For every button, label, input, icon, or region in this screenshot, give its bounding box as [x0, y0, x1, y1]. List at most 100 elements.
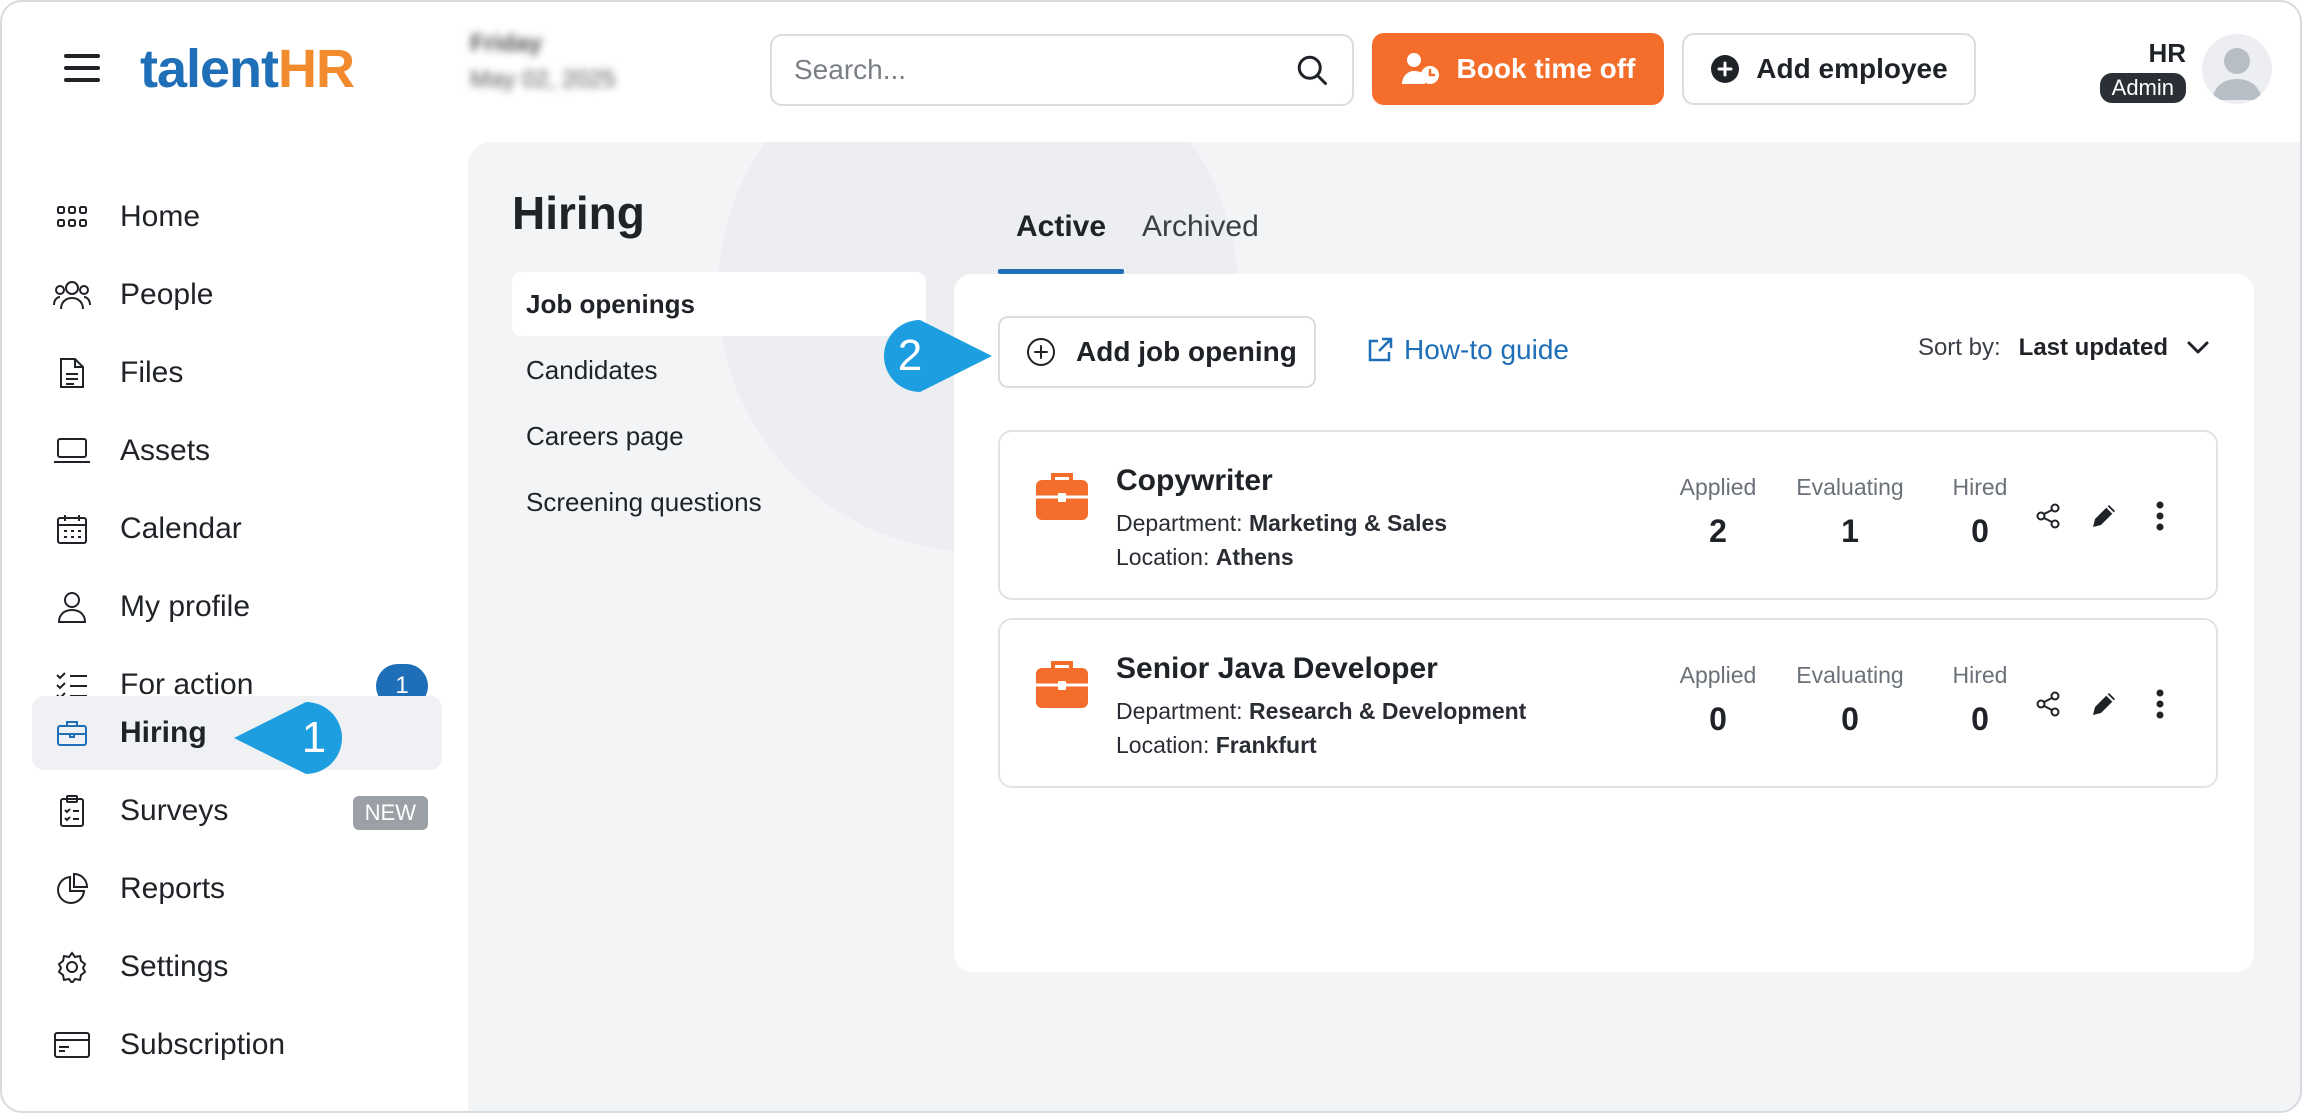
job-department: Department: Research & Development [1116, 698, 1527, 724]
search-input[interactable] [794, 54, 1294, 86]
how-to-guide-link[interactable]: How-to guide [1366, 334, 1569, 366]
sidebar-item-label: My profile [120, 590, 251, 623]
calendar-icon [52, 509, 92, 549]
plus-circle-icon [1027, 338, 1055, 366]
chevron-down-icon[interactable] [2186, 340, 2210, 356]
hiring-subnav: Job openings Candidates Careers page Scr… [512, 272, 926, 536]
subnav-careers-page[interactable]: Careers page [512, 404, 926, 468]
user-menu[interactable]: HR Admin [2090, 38, 2186, 103]
user-name: HR [2148, 38, 2186, 68]
current-date: Friday May 02, 2025 [470, 30, 615, 94]
subnav-screening-questions[interactable]: Screening questions [512, 470, 926, 534]
sidebar-item-surveys[interactable]: Surveys NEW [32, 774, 442, 848]
sort-select[interactable]: Last updated [2019, 334, 2168, 362]
edit-icon[interactable] [2086, 686, 2122, 722]
step-2-callout: 2 [884, 320, 992, 392]
clipboard-icon [52, 791, 92, 831]
sidebar-item-label: Files [120, 356, 184, 389]
sidebar-item-label: Subscription [120, 1028, 286, 1061]
sidebar-item-people[interactable]: People [32, 258, 442, 332]
sidebar-item-label: Hiring [120, 716, 207, 749]
plus-circle-icon [1711, 55, 1740, 83]
credit-card-icon [52, 1025, 92, 1065]
menu-icon[interactable] [64, 54, 100, 82]
date-full: May 02, 2025 [470, 66, 616, 93]
add-job-opening-button[interactable]: Add job opening [998, 316, 1316, 388]
new-badge: NEW [352, 796, 428, 830]
job-card[interactable]: Senior Java Developer Department: Resear… [998, 618, 2218, 788]
sidebar-item-files[interactable]: Files [32, 336, 442, 410]
sidebar-item-settings[interactable]: Settings [32, 930, 442, 1004]
person-icon [52, 587, 92, 627]
applied-stat: Applied 2 [1679, 474, 1757, 549]
sidebar-item-calendar[interactable]: Calendar [32, 492, 442, 566]
step-1-callout: 1 [234, 702, 342, 774]
laptop-icon [52, 431, 92, 471]
sort-control[interactable]: Sort by: Last updated [1918, 334, 2210, 362]
external-link-icon [1368, 337, 1393, 362]
share-icon[interactable] [2030, 686, 2066, 722]
date-weekday: Friday [470, 30, 543, 57]
hired-stat: Hired 0 [1952, 662, 2008, 737]
page-title: Hiring [512, 187, 645, 239]
logo[interactable]: talent HR [140, 38, 355, 100]
sidebar-item-label: Assets [120, 434, 211, 467]
people-icon [52, 275, 92, 315]
pie-chart-icon [52, 869, 92, 909]
status-tabs: Active Archived [998, 202, 1277, 274]
app-window: talentHR Friday May 02, 2025 Book time o… [0, 0, 2302, 1113]
step-2-number: 2 [898, 331, 922, 380]
briefcase-icon [52, 713, 92, 753]
tab-active[interactable]: Active [998, 202, 1125, 274]
sidebar-item-my-profile[interactable]: My profile [32, 570, 442, 644]
grid-icon [52, 197, 92, 237]
search-icon[interactable] [1294, 52, 1330, 88]
sidebar-item-label: Surveys [120, 794, 229, 827]
sidebar-item-home[interactable]: Home [32, 180, 442, 254]
briefcase-icon [1036, 661, 1088, 708]
job-location: Location: Frankfurt [1116, 732, 1317, 758]
evaluating-stat: Evaluating 0 [1796, 662, 1904, 737]
job-card[interactable]: Copywriter Department: Marketing & Sales… [998, 430, 2218, 600]
job-department: Department: Marketing & Sales [1116, 510, 1448, 536]
job-title[interactable]: Senior Java Developer [1116, 652, 1438, 686]
book-time-off-button[interactable]: Book time off [1372, 33, 1664, 105]
sidebar-item-reports[interactable]: Reports [32, 852, 442, 926]
sort-label: Sort by: [1917, 334, 2001, 361]
book-time-off-label: Book time off [1456, 53, 1636, 84]
job-location: Location: Athens [1116, 544, 1294, 570]
more-options-icon[interactable] [2142, 498, 2178, 534]
subnav-candidates[interactable]: Candidates [512, 338, 926, 402]
sidebar-item-subscription[interactable]: Subscription [32, 1008, 442, 1082]
sidebar: Home People Files Assets Calendar My pro… [2, 142, 468, 1111]
tab-archived[interactable]: Archived [1124, 202, 1277, 274]
subnav-job-openings[interactable]: Job openings [512, 272, 926, 336]
briefcase-icon [1036, 473, 1088, 520]
sidebar-item-assets[interactable]: Assets [32, 414, 442, 488]
user-avatar-icon [2212, 48, 2262, 100]
evaluating-stat: Evaluating 1 [1796, 474, 1904, 549]
how-to-guide-label: How-to guide [1404, 334, 1569, 365]
main-content: Hiring Job openings Candidates Careers p… [468, 142, 2300, 1111]
job-openings-panel: Add job opening How-to guide Sort by: La… [954, 274, 2254, 972]
add-employee-button[interactable]: Add employee [1682, 33, 1976, 105]
sidebar-item-label: Home [120, 200, 201, 233]
step-1-number: 1 [302, 713, 326, 762]
hired-stat: Hired 0 [1952, 474, 2008, 549]
add-employee-label: Add employee [1756, 53, 1948, 84]
applied-stat: Applied 0 [1679, 662, 1757, 737]
file-icon [52, 353, 92, 393]
job-title[interactable]: Copywriter [1116, 464, 1273, 498]
avatar[interactable] [2202, 34, 2272, 104]
search-box[interactable] [770, 34, 1354, 106]
person-clock-icon [1401, 53, 1439, 84]
gear-icon [52, 947, 92, 987]
more-options-icon[interactable] [2142, 686, 2178, 722]
edit-icon[interactable] [2086, 498, 2122, 534]
sidebar-item-label: People [120, 278, 214, 311]
sidebar-item-label: Calendar [120, 512, 242, 545]
sidebar-item-label: Settings [120, 950, 229, 983]
sidebar-item-label: Reports [120, 872, 226, 905]
share-icon[interactable] [2030, 498, 2066, 534]
add-job-opening-label: Add job opening [1076, 336, 1297, 367]
